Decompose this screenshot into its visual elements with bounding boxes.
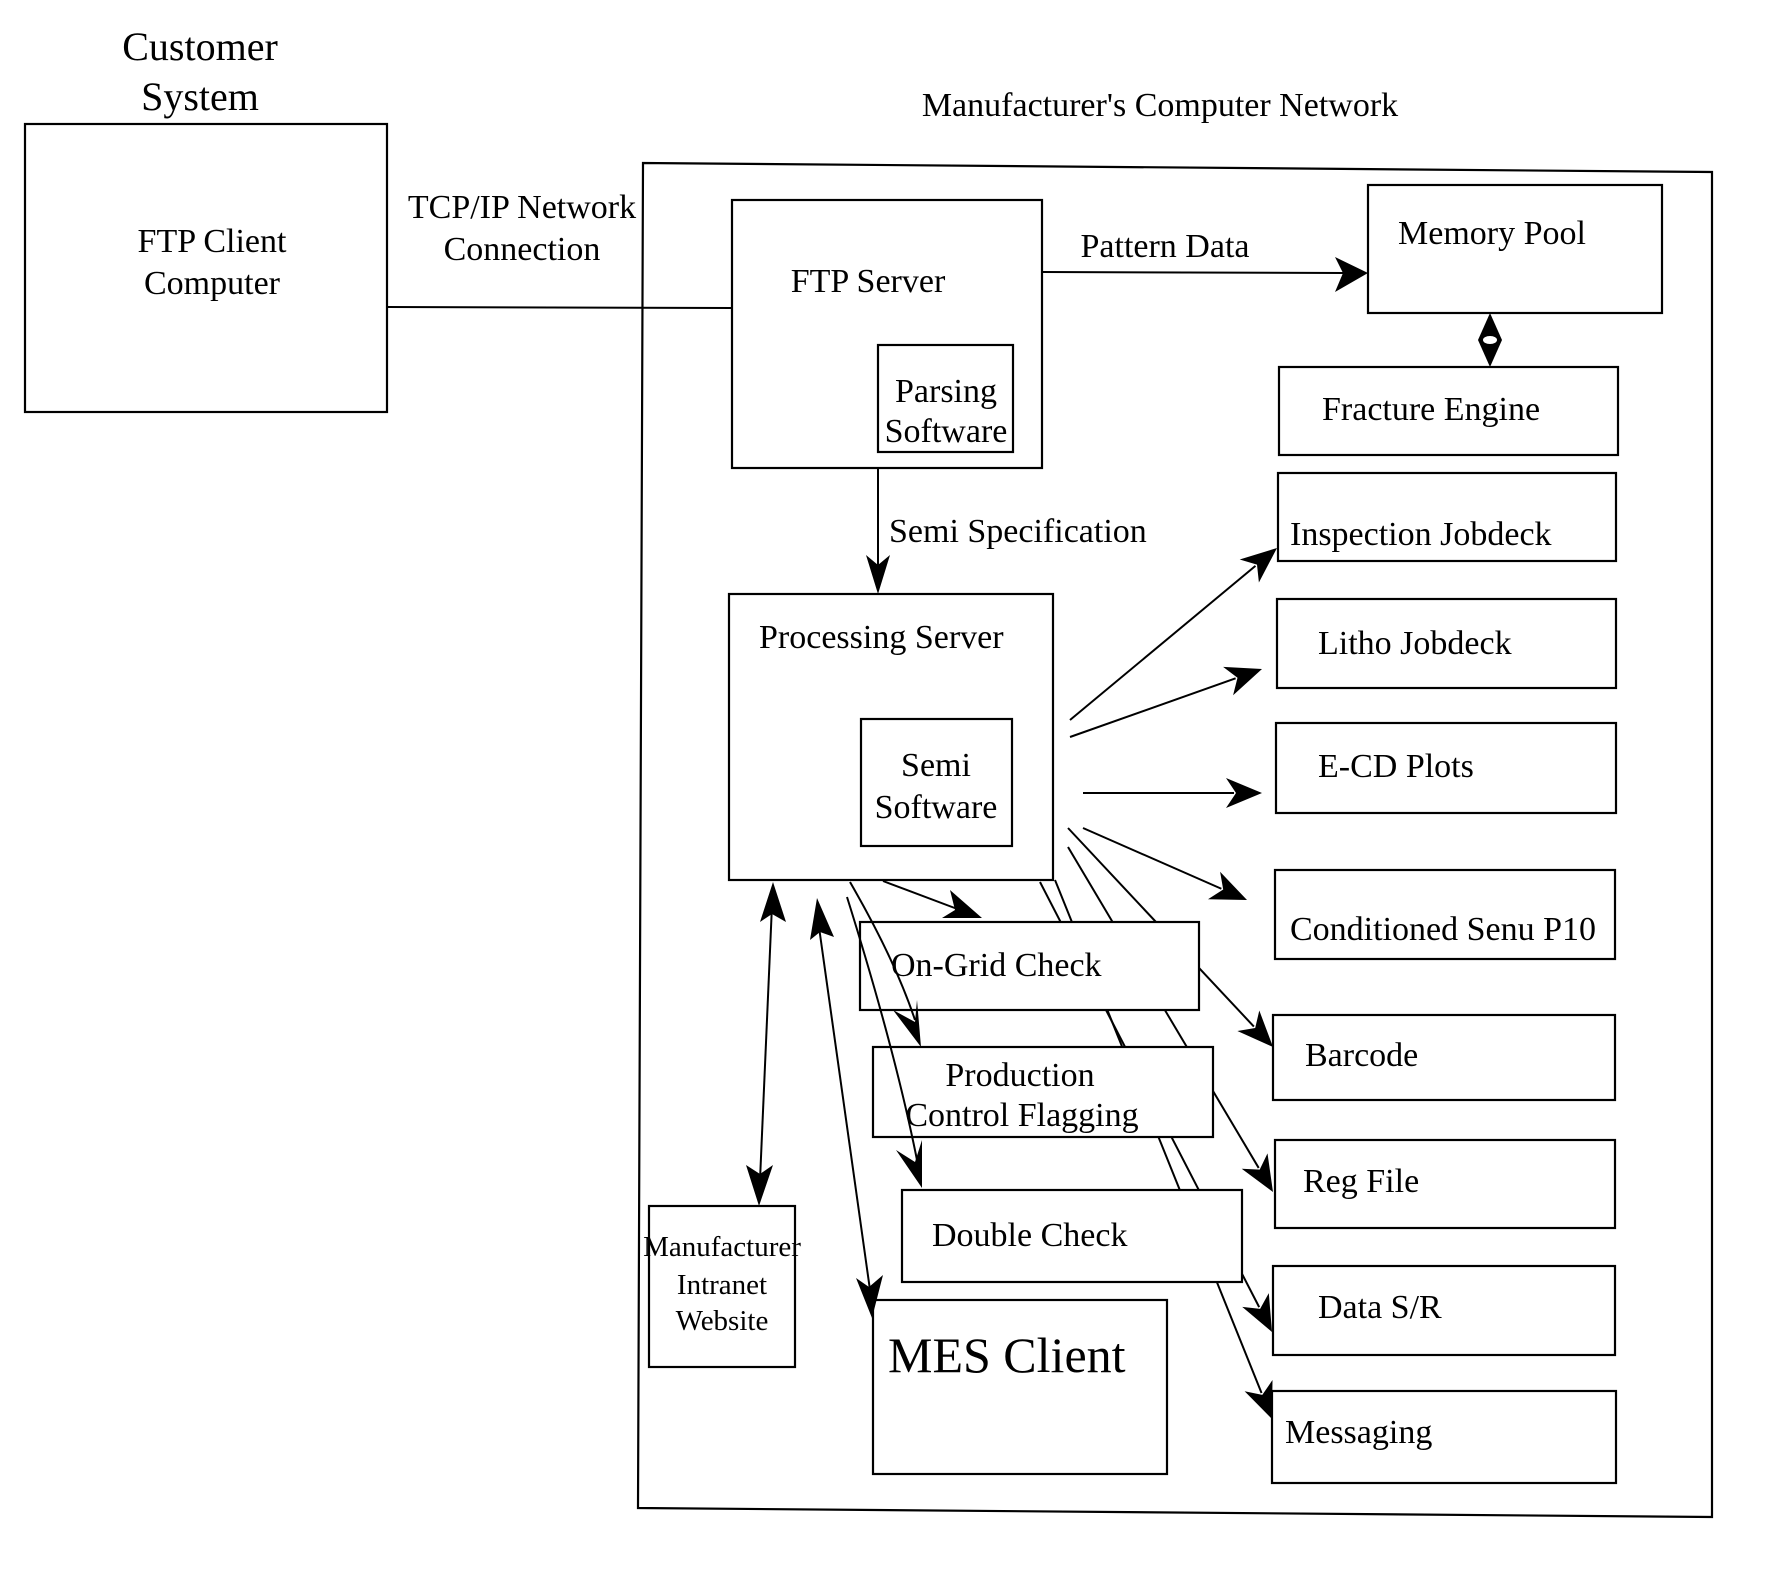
customer-system-heading-line1: Customer (122, 24, 278, 69)
parsing-software-label-line1: Parsing (895, 373, 997, 410)
pattern-data-arrowhead (1335, 257, 1368, 292)
intranet-bidirectional-line (759, 904, 773, 1181)
fracture-engine-label: Fracture Engine (1322, 391, 1540, 428)
arrow-to-inspection-jobdeck-line (1069, 565, 1257, 721)
on-grid-check-label: On-Grid Check (891, 947, 1102, 984)
customer-system-heading-line2: System (141, 74, 259, 119)
messaging-label: Messaging (1285, 1414, 1432, 1451)
intranet-label-line3: Website (676, 1305, 769, 1337)
ftp-server-label: FTP Server (791, 263, 946, 300)
mes-client-label: MES Client (888, 1327, 1126, 1383)
arrow-to-data-s-r-head (1242, 1293, 1272, 1332)
reg-file-label: Reg File (1303, 1163, 1419, 1200)
e-cd-plots-label: E-CD Plots (1318, 748, 1474, 785)
ftp-client-label-line1: FTP Client (138, 223, 287, 260)
manufacturer-network-heading: Manufacturer's Computer Network (922, 87, 1398, 124)
ftp-client-label-line2: Computer (144, 265, 281, 302)
parsing-software-label-line2: Software (885, 413, 1008, 450)
inspection-jobdeck-label: Inspection Jobdeck (1290, 516, 1552, 553)
pattern-data-label: Pattern Data (1081, 228, 1250, 265)
tcp-ip-connection-line (386, 306, 733, 309)
semi-specification-label: Semi Specification (889, 513, 1147, 550)
data-s-r-label: Data S/R (1318, 1289, 1442, 1326)
intranet-label-line1: Manufacturer (643, 1231, 801, 1263)
intranet-arrowhead-up (760, 882, 786, 922)
barcode-label: Barcode (1305, 1037, 1418, 1074)
conditioned-semi-p10-label: Conditioned Senu P10 (1290, 911, 1596, 948)
arrow-to-litho-jobdeck-line (1069, 677, 1236, 738)
arrow-to-on-grid-check-head (942, 890, 982, 918)
intranet-label-line2: Intranet (677, 1269, 767, 1301)
tcp-ip-label-line1: TCP/IP Network (408, 189, 636, 226)
semi-software-label-line2: Software (875, 789, 998, 826)
tcp-ip-label-line2: Connection (444, 231, 601, 268)
litho-jobdeck-label: Litho Jobdeck (1318, 625, 1512, 662)
semi-software-label-line1: Semi (901, 747, 971, 784)
system-architecture-diagram: Customer System Manufacturer's Computer … (23, 24, 1714, 1519)
arrow-to-on-grid-check-line (882, 880, 961, 911)
double-check-label: Double Check (932, 1217, 1127, 1254)
production-control-flagging-label-line1: Production (945, 1057, 1094, 1094)
connector-center-icon (1483, 336, 1497, 344)
memory-pool-label: Memory Pool (1398, 215, 1586, 252)
pattern-data-arrow-line (1041, 271, 1346, 274)
processing-server-label: Processing Server (759, 619, 1004, 656)
arrow-to-reg-file-head (1241, 1153, 1273, 1192)
arrow-to-double-check-head (896, 1140, 922, 1188)
production-control-flagging-label-line2: Control Flagging (905, 1097, 1138, 1134)
output-artifacts-column: Inspection Jobdeck Litho Jobdeck E-CD Plot… (1270, 471, 1618, 1485)
arrow-to-inspection-jobdeck-head (1239, 548, 1277, 583)
mes-arrowhead-up (810, 898, 834, 940)
arrow-to-conditioned-semi-p10-line (1082, 827, 1222, 890)
